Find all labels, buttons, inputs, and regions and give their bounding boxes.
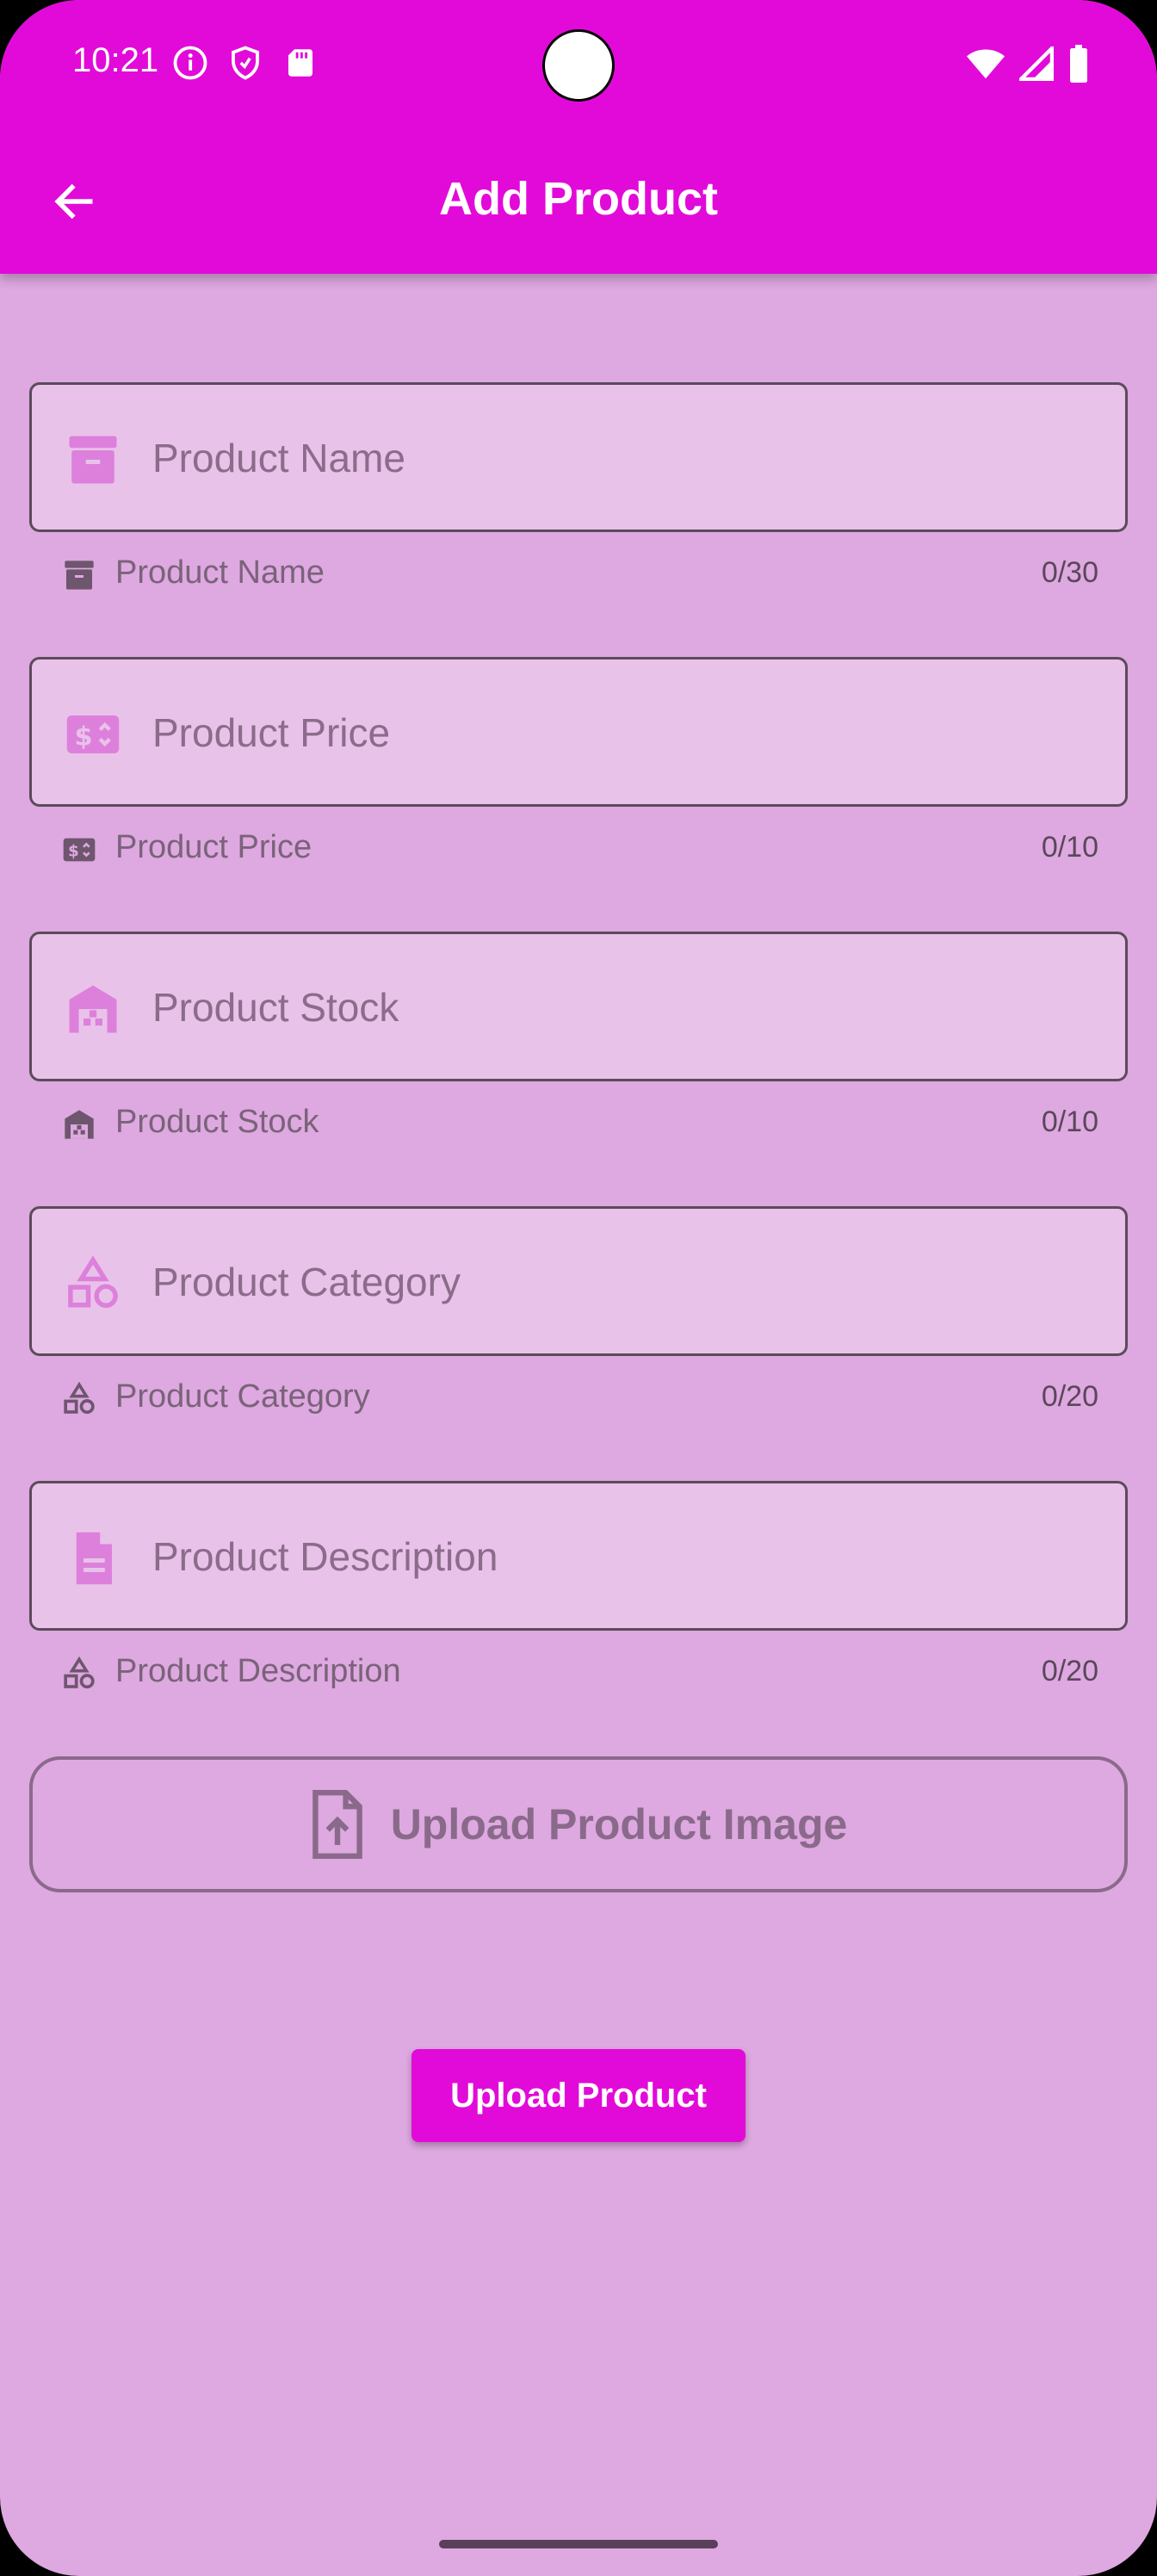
- product-price-field[interactable]: $: [29, 657, 1128, 807]
- helper-label: Product Description: [115, 1653, 401, 1689]
- character-counter: 0/10: [1041, 1105, 1098, 1138]
- character-counter: 0/20: [1041, 1655, 1098, 1687]
- category-shapes-icon: [65, 1255, 121, 1312]
- product-name-input[interactable]: [152, 419, 1099, 497]
- upload-image-label: Upload Product Image: [390, 1800, 848, 1848]
- product-category-field[interactable]: [29, 1206, 1128, 1356]
- helper-label: Product Category: [115, 1378, 370, 1415]
- app-bar: 10:21 Add Product: [0, 0, 1157, 274]
- helper-label: Product Name: [115, 554, 325, 591]
- page-title: Add Product: [439, 173, 718, 225]
- product-category-input[interactable]: [152, 1243, 1099, 1321]
- product-category-helper: Product Category 0/20: [62, 1378, 1098, 1421]
- home-indicator[interactable]: [439, 2540, 718, 2548]
- info-icon: [172, 45, 208, 81]
- archive-icon: [65, 431, 121, 488]
- camera-cutout: [542, 29, 615, 102]
- archive-icon: [62, 558, 96, 592]
- product-description-field[interactable]: [29, 1481, 1128, 1631]
- warehouse-icon: [65, 981, 121, 1037]
- document-icon: [65, 1530, 121, 1587]
- sd-card-icon: [282, 45, 319, 81]
- character-counter: 0/10: [1041, 831, 1098, 864]
- phone-screen: 10:21 Add Product Product Name Product N…: [0, 0, 1157, 2576]
- battery-icon: [1067, 45, 1090, 87]
- character-counter: 0/30: [1041, 556, 1098, 589]
- product-stock-field[interactable]: [29, 932, 1128, 1081]
- product-stock-input[interactable]: [152, 969, 1099, 1046]
- signal-icon: [1016, 43, 1055, 85]
- product-description-input[interactable]: [152, 1518, 1099, 1595]
- product-name-field[interactable]: [29, 382, 1128, 532]
- character-counter: 0/20: [1041, 1380, 1098, 1413]
- file-upload-icon: [310, 1790, 365, 1859]
- warehouse-icon: [62, 1107, 96, 1142]
- status-time: 10:21: [72, 41, 159, 79]
- product-name-helper: Product Name 0/30: [62, 554, 1098, 598]
- product-description-helper: Product Description 0/20: [62, 1653, 1098, 1696]
- category-shapes-icon: [62, 1381, 96, 1416]
- upload-product-label: Upload Product: [450, 2076, 707, 2115]
- helper-label: Product Stock: [115, 1104, 319, 1140]
- status-icons-left: [172, 45, 319, 81]
- shield-icon: [227, 45, 263, 81]
- product-price-input[interactable]: [152, 694, 1099, 771]
- wifi-icon: [966, 46, 1005, 85]
- product-stock-helper: Product Stock 0/10: [62, 1104, 1098, 1147]
- product-price-helper: $ Product Price 0/10: [62, 829, 1098, 872]
- price-tag-icon: $: [62, 833, 96, 867]
- upload-image-button[interactable]: Upload Product Image: [29, 1756, 1128, 1892]
- svg-text:$: $: [75, 721, 93, 752]
- upload-product-button[interactable]: Upload Product: [411, 2049, 746, 2142]
- helper-label: Product Price: [115, 829, 312, 865]
- svg-text:$: $: [68, 843, 79, 861]
- category-shapes-icon: [62, 1656, 96, 1691]
- price-tag-icon: $: [65, 706, 121, 763]
- status-icons-right: [966, 43, 1090, 87]
